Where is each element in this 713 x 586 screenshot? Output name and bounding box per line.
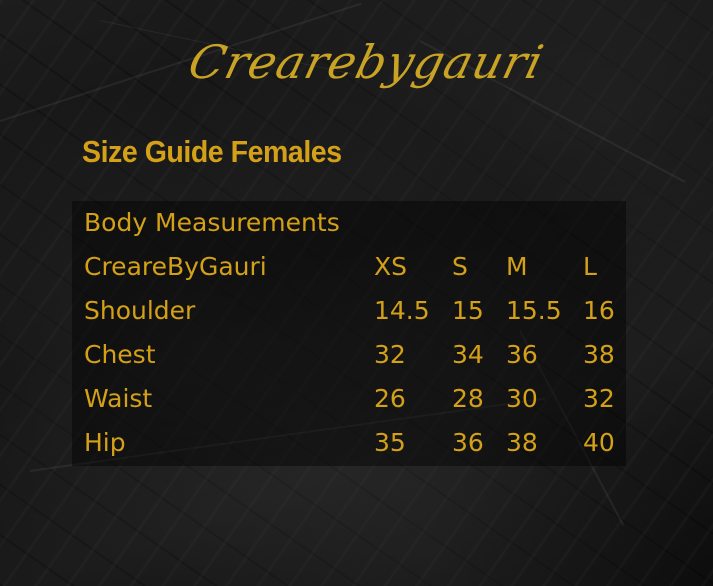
row-label: Chest (84, 340, 156, 369)
value-s: 28 (452, 384, 484, 413)
value-m: 36 (506, 340, 538, 369)
header-size-s: S (452, 252, 468, 281)
table-row-hip: Hip 35 36 38 40 (72, 421, 626, 465)
value-l: 38 (583, 340, 615, 369)
brand-logo: Crearebygauri (183, 35, 550, 89)
value-s: 15 (452, 296, 484, 325)
row-label: Hip (84, 428, 126, 457)
value-l: 32 (583, 384, 615, 413)
value-xs: 35 (374, 428, 406, 457)
value-l: 16 (583, 296, 615, 325)
table-row-chest: Chest 32 34 36 38 (72, 333, 626, 377)
value-l: 40 (583, 428, 615, 457)
table-row-waist: Waist 26 28 30 32 (72, 377, 626, 421)
value-m: 15.5 (506, 296, 562, 325)
value-xs: 14.5 (374, 296, 430, 325)
value-m: 38 (506, 428, 538, 457)
header-size-m: M (506, 252, 528, 281)
value-s: 34 (452, 340, 484, 369)
section-label-row: Body Measurements (72, 201, 626, 245)
value-m: 30 (506, 384, 538, 413)
size-table: Body Measurements CreareByGauri XS S M L… (72, 201, 626, 466)
header-brand-label: CreareByGauri (84, 252, 267, 281)
page-title: Size Guide Females (82, 134, 342, 169)
table-header-row: CreareByGauri XS S M L (72, 245, 626, 289)
value-xs: 26 (374, 384, 406, 413)
value-s: 36 (452, 428, 484, 457)
table-row-shoulder: Shoulder 14.5 15 15.5 16 (72, 289, 626, 333)
row-label: Waist (84, 384, 153, 413)
header-size-xs: XS (374, 252, 407, 281)
section-label: Body Measurements (84, 208, 340, 237)
header-size-l: L (583, 252, 597, 281)
value-xs: 32 (374, 340, 406, 369)
row-label: Shoulder (84, 296, 196, 325)
